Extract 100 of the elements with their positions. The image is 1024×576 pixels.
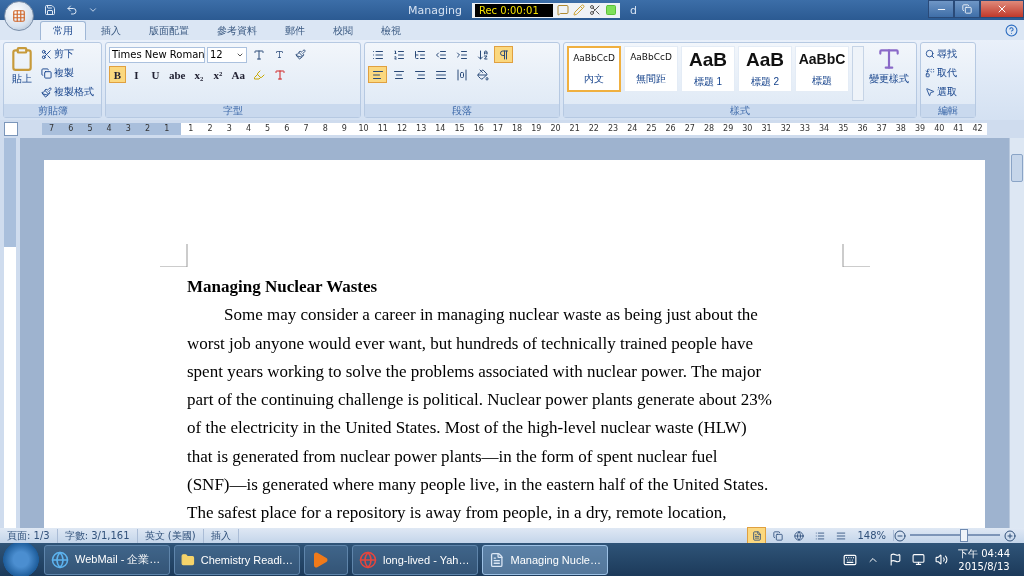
customize-button[interactable]	[88, 5, 98, 15]
ruler-number: 6	[67, 123, 75, 135]
zoom-out-icon[interactable]	[894, 529, 906, 542]
vertical-scrollbar[interactable]	[1009, 138, 1024, 528]
help-button[interactable]	[1005, 24, 1018, 37]
minimize-button[interactable]	[928, 0, 954, 18]
clock-time: 下午 04:44	[958, 547, 1010, 561]
taskbar-button[interactable]: Chemistry Readi…	[174, 544, 300, 575]
ruler-number: 21	[568, 123, 581, 135]
ribbon-tab[interactable]: 郵件	[272, 21, 318, 40]
ribbon-tab[interactable]: 校閱	[320, 21, 366, 40]
style-card[interactable]: AaBbCcD 無間距	[624, 46, 678, 92]
office-button[interactable]	[4, 1, 34, 31]
page-count[interactable]: 頁面: 1/3	[0, 528, 58, 543]
search-icon	[925, 49, 935, 59]
scissors-icon[interactable]	[588, 4, 601, 16]
word-count[interactable]: 字數: 3/1,161	[57, 528, 138, 543]
style-card[interactable]: AaB 標題 2	[738, 46, 792, 92]
flag-icon[interactable]	[889, 553, 902, 566]
note-icon[interactable]	[556, 4, 569, 16]
keyboard-icon[interactable]	[843, 552, 857, 567]
align-center-icon	[392, 68, 405, 81]
taskbar-button[interactable]: WebMail - 企業…	[44, 544, 170, 575]
window-title-end: d	[629, 3, 637, 17]
tab-selector[interactable]	[4, 122, 18, 136]
ruler-number: 39	[913, 123, 927, 135]
ruler-number: 18	[511, 123, 524, 135]
paste-button[interactable]: 貼上	[7, 46, 37, 101]
taskbar-button[interactable]: long-lived - Yah…	[352, 544, 478, 575]
style-sample: AaB	[746, 49, 784, 71]
format-button[interactable]: Aa	[228, 66, 248, 83]
clipboard-button[interactable]: 複製	[40, 65, 95, 81]
ribbon-tab[interactable]: 版面配置	[136, 21, 202, 40]
format-button[interactable]: x²	[209, 66, 227, 83]
numbered-list-icon	[392, 48, 405, 61]
editing-button[interactable]: 尋找	[924, 46, 958, 62]
body-text-line: worst job anyone would ever want, but hundreds of technically trained people have	[187, 332, 755, 355]
zoom-in-icon[interactable]	[1004, 529, 1016, 542]
style-card[interactable]: AaB 標題 1	[681, 46, 735, 92]
language-status[interactable]: 英文 (美國)	[137, 528, 204, 543]
style-card[interactable]: AaBbC 標題	[795, 46, 849, 92]
slider-thumb[interactable]	[960, 529, 968, 542]
clipboard-button[interactable]: 複製格式	[40, 84, 95, 100]
bullet-list-icon	[371, 48, 384, 61]
ruler-number: 27	[683, 123, 696, 135]
format-button[interactable]: U	[147, 66, 164, 83]
body-text-line: of the electricity in the United States. Most of the high-level nuclear waste (HLW)	[187, 417, 748, 440]
ribbon-tab[interactable]: 插入	[88, 21, 134, 40]
restore-icon	[962, 4, 972, 14]
font-name-field[interactable]: Times New Roman	[109, 46, 205, 63]
recording-time: Rec 0:00:01	[474, 3, 553, 17]
editing-button[interactable]: 取代	[924, 65, 958, 81]
volume-icon[interactable]	[935, 553, 948, 566]
ruler-number: 10	[357, 123, 370, 135]
align-button[interactable]	[368, 66, 387, 83]
undo-button[interactable]	[66, 4, 78, 16]
ruler-number: 9	[340, 123, 348, 135]
taskbar-button[interactable]: Managing Nucle…	[482, 544, 608, 575]
group-label: 段落	[365, 104, 559, 117]
ruler-number: 35	[837, 123, 850, 135]
ruler-number: 16	[472, 123, 485, 135]
chevron-down-icon	[88, 5, 98, 15]
ruler-number: 1	[187, 123, 195, 135]
show-marks-button[interactable]	[494, 46, 513, 63]
align-left-icon	[371, 68, 384, 81]
format-button[interactable]: x₂	[190, 66, 208, 83]
ribbon-tab[interactable]: 檢視	[368, 21, 414, 40]
format-button[interactable]: abe	[166, 66, 189, 83]
clock[interactable]: 下午 04:44 2015/8/13	[958, 547, 1010, 572]
style-sample: AaB	[689, 49, 727, 71]
zoom-level[interactable]: 148%	[850, 530, 894, 541]
change-styles-button[interactable]: 變更樣式	[867, 46, 911, 101]
insert-mode[interactable]: 插入	[203, 528, 239, 543]
close-button[interactable]	[980, 0, 1024, 18]
ruler-number: 29	[722, 123, 735, 135]
network-icon[interactable]	[912, 553, 925, 566]
style-name: 內文	[584, 71, 604, 86]
format-button[interactable]: B	[109, 66, 126, 83]
corner-mark	[160, 244, 188, 267]
start-button[interactable]	[2, 543, 40, 576]
font-size-field[interactable]: 12	[207, 46, 247, 63]
pilcrow-icon	[497, 48, 510, 61]
style-card[interactable]: AaBbCcD 內文	[567, 46, 621, 92]
gallery-scrollbar[interactable]	[852, 46, 864, 101]
group-label: 樣式	[564, 104, 916, 117]
style-name: 標題	[812, 73, 832, 88]
clipboard-button[interactable]: 剪下	[40, 46, 95, 62]
style-sample: AaBbCcD	[573, 52, 615, 63]
save-button[interactable]	[44, 4, 56, 16]
restore-button[interactable]	[954, 0, 980, 18]
taskbar-button[interactable]	[304, 544, 348, 575]
format-button[interactable]: I	[128, 66, 145, 83]
ruler-number: 8	[321, 123, 329, 135]
distribute-icon	[455, 68, 468, 81]
ruler-number: 6	[283, 123, 291, 135]
ruler-number: 19	[530, 123, 543, 135]
editing-button[interactable]: 選取	[924, 84, 958, 100]
ruler-number: 26	[664, 123, 677, 135]
ribbon-tab[interactable]: 常用	[40, 21, 86, 40]
ribbon-tab[interactable]: 參考資料	[204, 21, 270, 40]
